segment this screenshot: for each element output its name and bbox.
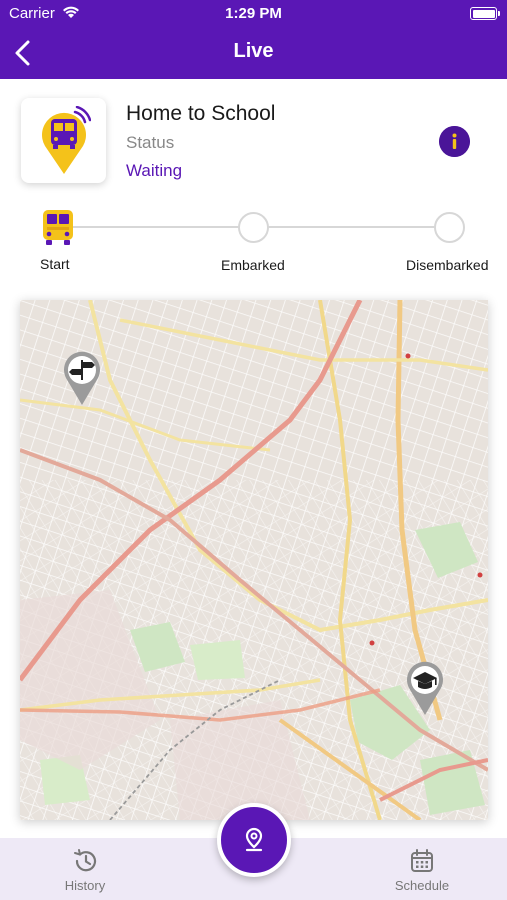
school-bus-pin-icon <box>42 106 91 174</box>
calendar-icon <box>411 849 433 872</box>
page-title: Live <box>233 40 274 62</box>
status-value: Waiting <box>126 161 183 180</box>
step-label-embarked: Embarked <box>221 257 285 273</box>
status-label: Status <box>126 133 175 152</box>
history-icon <box>74 849 97 872</box>
nav-history[interactable]: History <box>35 848 135 893</box>
location-pin-icon <box>245 827 263 852</box>
info-button[interactable] <box>439 126 470 157</box>
street-map[interactable] <box>20 300 488 820</box>
clock-time: 1:29 PM <box>225 5 282 22</box>
nav-history-label: History <box>64 878 106 893</box>
app-header: Carrier 1:29 PM Live <box>0 0 507 79</box>
nav-schedule-label: Schedule <box>394 878 450 893</box>
map-view[interactable] <box>20 300 488 820</box>
step-label-disembarked: Disembarked <box>406 257 489 273</box>
step-label-start: Start <box>40 256 70 272</box>
route-icon-card <box>21 98 106 183</box>
live-location-button[interactable] <box>217 803 291 877</box>
nav-schedule[interactable]: Schedule <box>372 848 472 893</box>
battery-icon <box>470 7 500 20</box>
step-disembarked-circle <box>434 212 465 243</box>
route-name: Home to School <box>126 102 276 125</box>
step-embarked-circle <box>238 212 269 243</box>
status-bar: Carrier 1:29 PM <box>0 0 507 28</box>
bus-icon <box>43 210 73 245</box>
